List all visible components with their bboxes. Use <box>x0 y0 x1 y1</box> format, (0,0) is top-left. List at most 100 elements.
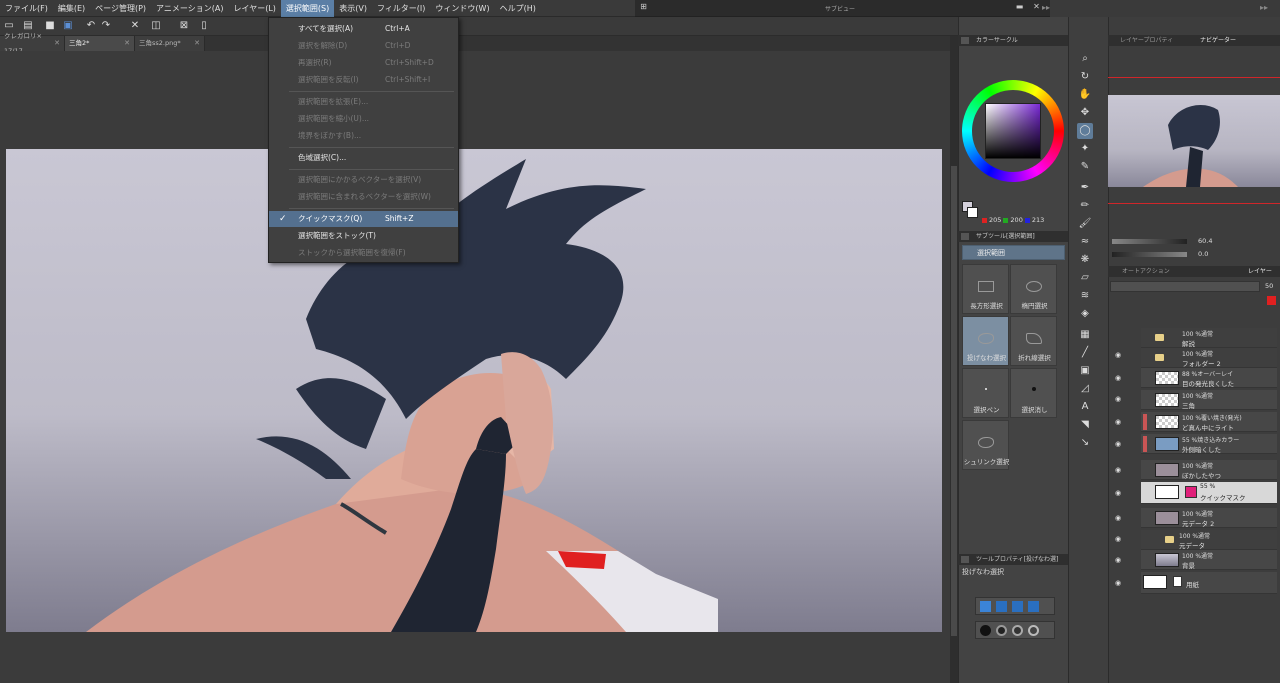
menu-1[interactable]: 編集(E) <box>53 0 90 17</box>
subtool-shrink-select[interactable]: シュリンク選択 <box>962 420 1009 470</box>
eyedropper-icon[interactable]: ✎ <box>1077 159 1093 175</box>
menu-item-invert-selection[interactable]: 選択範囲を反転(I) Ctrl+Shift+I <box>269 72 458 88</box>
lasso-tool-icon[interactable]: ◯ <box>1077 123 1093 139</box>
scroll-thumb[interactable] <box>951 166 957 636</box>
eye-icon[interactable]: ◉ <box>1115 557 1123 564</box>
redo-icon[interactable]: ↷ <box>100 20 112 32</box>
fill-icon[interactable]: ◫ <box>150 20 162 32</box>
new-selection-icon[interactable] <box>980 601 991 612</box>
figure-icon[interactable]: ╱ <box>1077 345 1093 361</box>
menu-8[interactable]: ウィンドウ(W) <box>430 0 494 17</box>
eye-icon[interactable]: ◉ <box>1115 396 1123 403</box>
layer-row[interactable]: 100 %通常 背景 <box>1141 550 1277 570</box>
subtool-polyline-select[interactable]: 折れ線選択 <box>1010 316 1057 366</box>
close-icon[interactable]: ✕ <box>124 36 130 51</box>
tab-document-1[interactable]: クレガロリ× 17/17 ✕ <box>0 32 65 55</box>
collapse-arrows-icon[interactable]: ▸▸ <box>1260 3 1268 12</box>
angle-slider[interactable] <box>1112 252 1187 257</box>
subtool-rectangle-select[interactable]: 長方形選択 <box>962 264 1009 314</box>
subtool-selection-pen[interactable]: 選択ペン <box>962 368 1009 418</box>
undo-icon[interactable]: ↶ <box>85 20 97 32</box>
subtool-panel-header[interactable]: サブツール[選択範囲] <box>958 231 1068 242</box>
menu-3[interactable]: アニメーション(A) <box>151 0 228 17</box>
tool-property-panel-header[interactable]: ツールプロパティ[投げなわ選] <box>958 554 1068 565</box>
layer-row[interactable]: 100 %通常 解説 <box>1141 328 1277 348</box>
close-icon[interactable]: ✕ <box>194 36 200 51</box>
menu-item-select-intersecting-vectors[interactable]: 選択範囲にかかるベクターを選択(V) <box>269 172 458 188</box>
canvas-scrollbar[interactable] <box>950 36 958 683</box>
antialias-strong-icon[interactable] <box>1028 625 1039 636</box>
artwork-canvas[interactable] <box>6 149 942 632</box>
decoration-icon[interactable]: ❋ <box>1077 252 1093 268</box>
panel-menu-icon[interactable] <box>961 233 969 240</box>
menu-2[interactable]: ページ管理(P) <box>90 0 151 17</box>
color-circle-panel-header[interactable]: カラーサークル <box>958 35 1068 46</box>
antialias-weak-icon[interactable] <box>996 625 1007 636</box>
subtool-lasso-select[interactable]: 投げなわ選択 <box>962 316 1009 366</box>
menu-item-color-range[interactable]: 色域選択(C)... <box>269 150 458 166</box>
pen-icon[interactable]: ✒ <box>1077 180 1093 196</box>
blend-icon[interactable]: ≋ <box>1077 288 1093 304</box>
clear-icon[interactable]: ✕ <box>129 20 141 32</box>
layer-row[interactable]: 100 %通常 元データ <box>1141 530 1277 550</box>
tab-layer-property[interactable]: レイヤープロパティ <box>1120 35 1173 46</box>
menu-item-feather-border[interactable]: 境界をぼかす(B)... <box>269 128 458 144</box>
menu-item-select-contained-vectors[interactable]: 選択範囲に含まれるベクターを選択(W) <box>269 189 458 205</box>
layer-row-quickmask[interactable]: 55 % クイックマスク <box>1141 482 1277 504</box>
menu-item-select-all[interactable]: すべてを選択(A) Ctrl+A <box>269 21 458 37</box>
menu-6[interactable]: 表示(V) <box>334 0 372 17</box>
close-icon[interactable]: ✕ <box>1032 2 1041 11</box>
collapse-arrows-icon[interactable]: ▸▸ <box>1042 3 1050 12</box>
menu-item-reselect[interactable]: 再選択(R) Ctrl+Shift+D <box>269 55 458 71</box>
text-icon[interactable]: A <box>1077 399 1093 415</box>
tab-navigator[interactable]: ナビゲーター <box>1200 35 1236 46</box>
subtool-erase-selection[interactable]: 選択消し <box>1010 368 1057 418</box>
panel-menu-icon[interactable] <box>961 37 969 44</box>
auto-select-icon[interactable]: ✦ <box>1077 141 1093 157</box>
eye-icon[interactable]: ◉ <box>1115 352 1123 359</box>
gradient-icon[interactable]: ▦ <box>1077 327 1093 343</box>
zoom-slider[interactable] <box>1112 239 1187 244</box>
menu-item-restore-from-stock[interactable]: ストックから選択範囲を復帰(F) <box>269 245 458 261</box>
close-icon[interactable]: ✕ <box>54 36 60 51</box>
tab-layer[interactable]: レイヤー <box>1248 266 1272 277</box>
navigator-thumbnail[interactable] <box>1108 95 1280 187</box>
eye-icon[interactable]: ◉ <box>1115 515 1123 522</box>
layer-row[interactable]: 100 %覆い焼き(発光) ど真ん中にライト <box>1141 412 1277 432</box>
zoom-icon[interactable]: ⌕ <box>1077 51 1093 67</box>
brush-icon[interactable]: 🖌 <box>1077 216 1093 232</box>
layer-row[interactable]: 88 %オーバーレイ 目の発光良くした <box>1141 368 1277 388</box>
menu-item-deselect[interactable]: 選択を解除(D) Ctrl+D <box>269 38 458 54</box>
export-icon[interactable]: ▣ <box>62 20 74 32</box>
menu-9[interactable]: ヘルプ(H) <box>495 0 541 17</box>
correct-line-icon[interactable]: ↘ <box>1077 435 1093 451</box>
tab-document-3[interactable]: 三角ss2.png* ✕ <box>135 36 205 51</box>
menu-5[interactable]: 選択範囲(S) <box>280 0 335 17</box>
layer-row[interactable]: 100 %通常 元データ 2 <box>1141 508 1277 528</box>
menu-item-quick-mask[interactable]: ✓ クイックマスク(Q) Shift+Z <box>269 211 458 227</box>
ruler-icon[interactable]: ▯ <box>198 20 210 32</box>
antialias-medium-icon[interactable] <box>1012 625 1023 636</box>
layer-color-icon[interactable] <box>1267 296 1276 305</box>
eye-icon[interactable]: ◉ <box>1115 441 1123 448</box>
menu-item-expand-selection[interactable]: 選択範囲を拡張(E)... <box>269 94 458 110</box>
eraser-icon[interactable]: ▱ <box>1077 270 1093 286</box>
tab-auto-action[interactable]: オートアクション <box>1122 266 1170 277</box>
add-selection-icon[interactable] <box>996 601 1007 612</box>
ruler-tool-icon[interactable]: ◿ <box>1077 381 1093 397</box>
eye-icon[interactable]: ◉ <box>1115 419 1123 426</box>
menu-0[interactable]: ファイル(F) <box>0 0 53 17</box>
blend-mode-select[interactable] <box>1110 281 1260 292</box>
hand-icon[interactable]: ✋ <box>1077 87 1093 103</box>
menu-7[interactable]: フィルター(I) <box>372 0 430 17</box>
transform-icon[interactable]: ⊠ <box>178 20 190 32</box>
pencil-icon[interactable]: ✏ <box>1077 198 1093 214</box>
intersect-selection-icon[interactable] <box>1028 601 1039 612</box>
menu-4[interactable]: レイヤー(L) <box>228 0 280 17</box>
eye-icon[interactable]: ◉ <box>1115 536 1123 543</box>
eye-icon[interactable]: ◉ <box>1115 375 1123 382</box>
subtool-ellipse-select[interactable]: 楕円選択 <box>1010 264 1057 314</box>
tab-document-2[interactable]: 三角2* ✕ <box>65 36 135 51</box>
layer-row[interactable]: 100 %通常 ぼかしたやつ <box>1141 460 1277 480</box>
layer-row[interactable]: 100 %通常 三角 <box>1141 390 1277 410</box>
